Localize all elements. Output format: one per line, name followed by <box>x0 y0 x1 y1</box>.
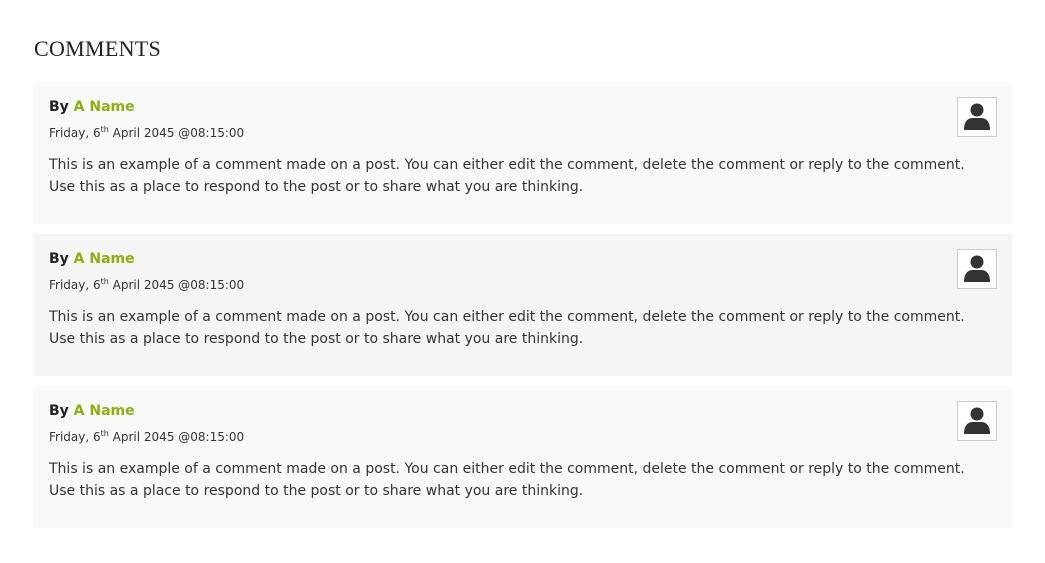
section-title: COMMENTS <box>34 36 162 61</box>
date-ordinal: th <box>100 429 109 438</box>
comment-date: Friday, 6th April 2045 @08:15:00 <box>49 125 245 141</box>
by-label: By <box>49 251 69 267</box>
date-prefix: Friday, 6 <box>49 126 101 140</box>
comment-body-line: Use this as a place to respond to the po… <box>49 179 584 195</box>
author-link[interactable]: A Name <box>74 403 135 419</box>
date-rest: April 2045 @08:15:00 <box>108 278 245 292</box>
comment-body: This is an example of a comment made on … <box>49 458 989 502</box>
date-prefix: Friday, 6 <box>49 430 101 444</box>
user-icon <box>964 407 990 434</box>
date-prefix: Friday, 6 <box>49 278 101 292</box>
comment-card: By A Name Friday, 6th April 2045 @08:15:… <box>34 386 1012 528</box>
comment-body: This is an example of a comment made on … <box>49 154 989 198</box>
date-ordinal: th <box>100 277 109 286</box>
date-rest: April 2045 @08:15:00 <box>108 430 245 444</box>
avatar[interactable] <box>957 97 997 137</box>
user-icon <box>964 255 990 282</box>
by-label: By <box>49 99 69 115</box>
date-ordinal: th <box>100 125 109 134</box>
author-link[interactable]: A Name <box>74 251 135 267</box>
author-link[interactable]: A Name <box>74 99 135 115</box>
comment-byline: By A Name <box>49 251 135 267</box>
comment-card: By A Name Friday, 6th April 2045 @08:15:… <box>34 82 1012 224</box>
comment-body-line: This is an example of a comment made on … <box>49 309 965 325</box>
comment-body-line: This is an example of a comment made on … <box>49 461 965 477</box>
by-label: By <box>49 403 69 419</box>
date-rest: April 2045 @08:15:00 <box>108 126 245 140</box>
comment-byline: By A Name <box>49 403 135 419</box>
comment-body: This is an example of a comment made on … <box>49 306 989 350</box>
comment-card: By A Name Friday, 6th April 2045 @08:15:… <box>34 234 1012 376</box>
comment-body-line: This is an example of a comment made on … <box>49 157 965 173</box>
comment-byline: By A Name <box>49 99 135 115</box>
comment-body-line: Use this as a place to respond to the po… <box>49 483 584 499</box>
user-icon <box>964 103 990 130</box>
avatar[interactable] <box>957 401 997 441</box>
avatar[interactable] <box>957 249 997 289</box>
comment-date: Friday, 6th April 2045 @08:15:00 <box>49 429 245 445</box>
comment-body-line: Use this as a place to respond to the po… <box>49 331 584 347</box>
comment-date: Friday, 6th April 2045 @08:15:00 <box>49 277 245 293</box>
